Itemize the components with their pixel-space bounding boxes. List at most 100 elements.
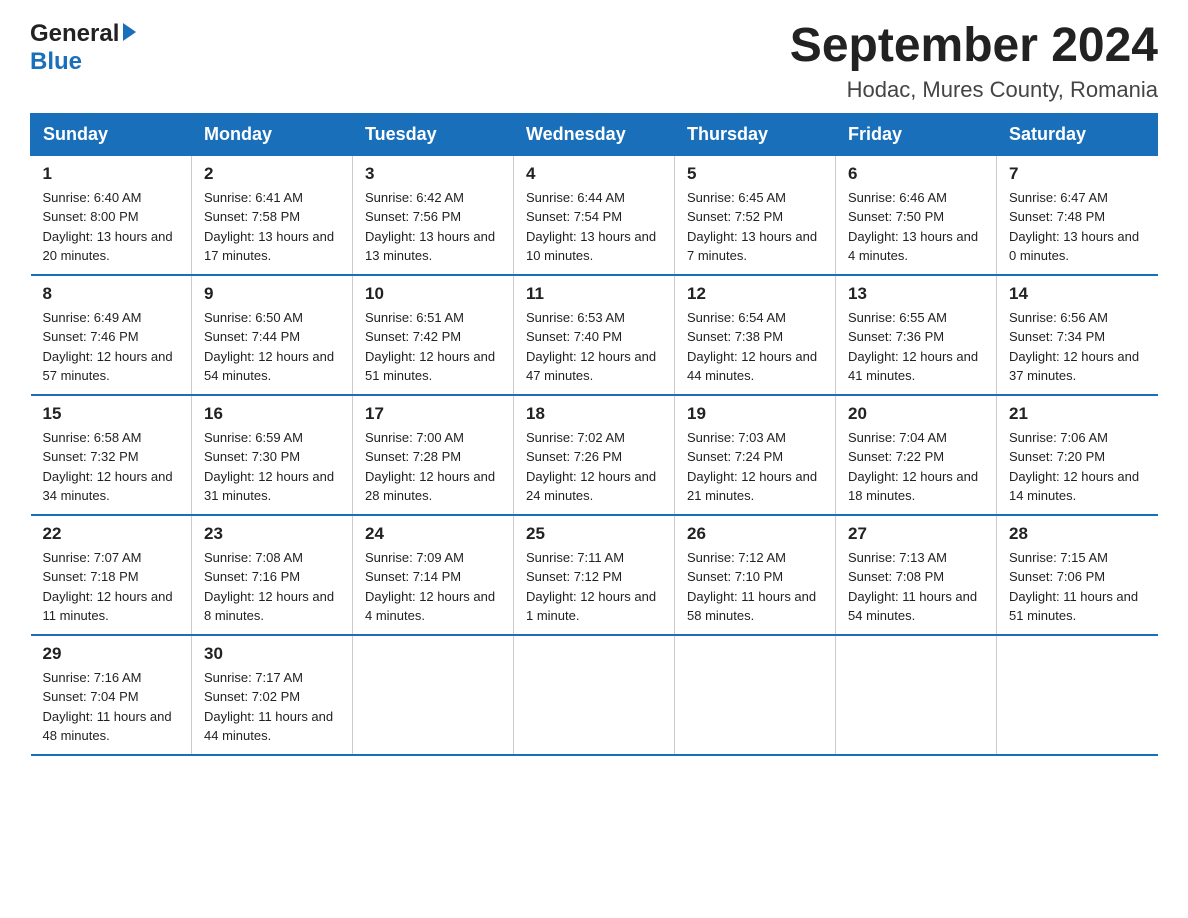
day-info: Sunrise: 7:08 AM Sunset: 7:16 PM Dayligh…: [204, 548, 340, 626]
day-info: Sunrise: 7:12 AM Sunset: 7:10 PM Dayligh…: [687, 548, 823, 626]
day-number: 13: [848, 284, 984, 304]
calendar-cell: 2 Sunrise: 6:41 AM Sunset: 7:58 PM Dayli…: [192, 155, 353, 275]
calendar-cell: 21 Sunrise: 7:06 AM Sunset: 7:20 PM Dayl…: [997, 395, 1158, 515]
calendar-cell: 5 Sunrise: 6:45 AM Sunset: 7:52 PM Dayli…: [675, 155, 836, 275]
calendar-cell: 6 Sunrise: 6:46 AM Sunset: 7:50 PM Dayli…: [836, 155, 997, 275]
logo-arrow-icon: [123, 23, 136, 41]
calendar-cell: 29 Sunrise: 7:16 AM Sunset: 7:04 PM Dayl…: [31, 635, 192, 755]
day-info: Sunrise: 6:47 AM Sunset: 7:48 PM Dayligh…: [1009, 188, 1146, 266]
day-info: Sunrise: 6:54 AM Sunset: 7:38 PM Dayligh…: [687, 308, 823, 386]
day-number: 18: [526, 404, 662, 424]
calendar-cell: 3 Sunrise: 6:42 AM Sunset: 7:56 PM Dayli…: [353, 155, 514, 275]
calendar-cell: 8 Sunrise: 6:49 AM Sunset: 7:46 PM Dayli…: [31, 275, 192, 395]
calendar-cell: 19 Sunrise: 7:03 AM Sunset: 7:24 PM Dayl…: [675, 395, 836, 515]
logo-blue-text: Blue: [30, 48, 82, 76]
day-number: 21: [1009, 404, 1146, 424]
calendar-cell: 7 Sunrise: 6:47 AM Sunset: 7:48 PM Dayli…: [997, 155, 1158, 275]
day-info: Sunrise: 6:56 AM Sunset: 7:34 PM Dayligh…: [1009, 308, 1146, 386]
calendar-cell: 30 Sunrise: 7:17 AM Sunset: 7:02 PM Dayl…: [192, 635, 353, 755]
day-info: Sunrise: 7:11 AM Sunset: 7:12 PM Dayligh…: [526, 548, 662, 626]
calendar-week-1: 1 Sunrise: 6:40 AM Sunset: 8:00 PM Dayli…: [31, 155, 1158, 275]
calendar-cell: 4 Sunrise: 6:44 AM Sunset: 7:54 PM Dayli…: [514, 155, 675, 275]
calendar-header: SundayMondayTuesdayWednesdayThursdayFrid…: [31, 113, 1158, 155]
calendar-table: SundayMondayTuesdayWednesdayThursdayFrid…: [30, 113, 1158, 756]
calendar-body: 1 Sunrise: 6:40 AM Sunset: 8:00 PM Dayli…: [31, 155, 1158, 755]
calendar-week-2: 8 Sunrise: 6:49 AM Sunset: 7:46 PM Dayli…: [31, 275, 1158, 395]
day-number: 29: [43, 644, 180, 664]
day-info: Sunrise: 7:16 AM Sunset: 7:04 PM Dayligh…: [43, 668, 180, 746]
calendar-cell: 26 Sunrise: 7:12 AM Sunset: 7:10 PM Dayl…: [675, 515, 836, 635]
day-info: Sunrise: 7:09 AM Sunset: 7:14 PM Dayligh…: [365, 548, 501, 626]
day-number: 27: [848, 524, 984, 544]
day-info: Sunrise: 6:50 AM Sunset: 7:44 PM Dayligh…: [204, 308, 340, 386]
day-info: Sunrise: 6:51 AM Sunset: 7:42 PM Dayligh…: [365, 308, 501, 386]
day-info: Sunrise: 7:07 AM Sunset: 7:18 PM Dayligh…: [43, 548, 180, 626]
calendar-cell: 16 Sunrise: 6:59 AM Sunset: 7:30 PM Dayl…: [192, 395, 353, 515]
day-info: Sunrise: 7:17 AM Sunset: 7:02 PM Dayligh…: [204, 668, 340, 746]
day-number: 24: [365, 524, 501, 544]
day-info: Sunrise: 6:55 AM Sunset: 7:36 PM Dayligh…: [848, 308, 984, 386]
day-number: 4: [526, 164, 662, 184]
location-subtitle: Hodac, Mures County, Romania: [790, 77, 1158, 103]
header-day-sunday: Sunday: [31, 113, 192, 155]
day-number: 22: [43, 524, 180, 544]
day-info: Sunrise: 6:41 AM Sunset: 7:58 PM Dayligh…: [204, 188, 340, 266]
day-number: 20: [848, 404, 984, 424]
logo-general-text: General: [30, 20, 119, 48]
page-header: General Blue September 2024 Hodac, Mures…: [30, 20, 1158, 103]
calendar-cell: 23 Sunrise: 7:08 AM Sunset: 7:16 PM Dayl…: [192, 515, 353, 635]
header-day-wednesday: Wednesday: [514, 113, 675, 155]
day-number: 9: [204, 284, 340, 304]
day-number: 23: [204, 524, 340, 544]
main-title: September 2024: [790, 20, 1158, 73]
day-number: 28: [1009, 524, 1146, 544]
calendar-week-3: 15 Sunrise: 6:58 AM Sunset: 7:32 PM Dayl…: [31, 395, 1158, 515]
calendar-week-5: 29 Sunrise: 7:16 AM Sunset: 7:04 PM Dayl…: [31, 635, 1158, 755]
header-day-monday: Monday: [192, 113, 353, 155]
calendar-cell: [836, 635, 997, 755]
day-info: Sunrise: 7:06 AM Sunset: 7:20 PM Dayligh…: [1009, 428, 1146, 506]
header-day-friday: Friday: [836, 113, 997, 155]
day-number: 19: [687, 404, 823, 424]
calendar-cell: [353, 635, 514, 755]
day-number: 16: [204, 404, 340, 424]
day-info: Sunrise: 7:13 AM Sunset: 7:08 PM Dayligh…: [848, 548, 984, 626]
day-number: 1: [43, 164, 180, 184]
title-block: September 2024 Hodac, Mures County, Roma…: [790, 20, 1158, 103]
day-number: 30: [204, 644, 340, 664]
calendar-cell: [514, 635, 675, 755]
header-row: SundayMondayTuesdayWednesdayThursdayFrid…: [31, 113, 1158, 155]
day-number: 2: [204, 164, 340, 184]
calendar-cell: 24 Sunrise: 7:09 AM Sunset: 7:14 PM Dayl…: [353, 515, 514, 635]
calendar-cell: 22 Sunrise: 7:07 AM Sunset: 7:18 PM Dayl…: [31, 515, 192, 635]
calendar-cell: 10 Sunrise: 6:51 AM Sunset: 7:42 PM Dayl…: [353, 275, 514, 395]
calendar-cell: 27 Sunrise: 7:13 AM Sunset: 7:08 PM Dayl…: [836, 515, 997, 635]
day-info: Sunrise: 7:03 AM Sunset: 7:24 PM Dayligh…: [687, 428, 823, 506]
logo: General Blue: [30, 20, 136, 76]
calendar-cell: 12 Sunrise: 6:54 AM Sunset: 7:38 PM Dayl…: [675, 275, 836, 395]
day-info: Sunrise: 6:46 AM Sunset: 7:50 PM Dayligh…: [848, 188, 984, 266]
calendar-cell: 18 Sunrise: 7:02 AM Sunset: 7:26 PM Dayl…: [514, 395, 675, 515]
calendar-cell: 15 Sunrise: 6:58 AM Sunset: 7:32 PM Dayl…: [31, 395, 192, 515]
day-info: Sunrise: 7:15 AM Sunset: 7:06 PM Dayligh…: [1009, 548, 1146, 626]
calendar-cell: 9 Sunrise: 6:50 AM Sunset: 7:44 PM Dayli…: [192, 275, 353, 395]
calendar-cell: [675, 635, 836, 755]
day-info: Sunrise: 6:42 AM Sunset: 7:56 PM Dayligh…: [365, 188, 501, 266]
day-info: Sunrise: 6:53 AM Sunset: 7:40 PM Dayligh…: [526, 308, 662, 386]
day-info: Sunrise: 6:49 AM Sunset: 7:46 PM Dayligh…: [43, 308, 180, 386]
day-info: Sunrise: 6:44 AM Sunset: 7:54 PM Dayligh…: [526, 188, 662, 266]
calendar-cell: 1 Sunrise: 6:40 AM Sunset: 8:00 PM Dayli…: [31, 155, 192, 275]
day-number: 15: [43, 404, 180, 424]
day-number: 11: [526, 284, 662, 304]
day-info: Sunrise: 6:40 AM Sunset: 8:00 PM Dayligh…: [43, 188, 180, 266]
calendar-cell: 20 Sunrise: 7:04 AM Sunset: 7:22 PM Dayl…: [836, 395, 997, 515]
day-number: 17: [365, 404, 501, 424]
day-number: 14: [1009, 284, 1146, 304]
day-info: Sunrise: 6:45 AM Sunset: 7:52 PM Dayligh…: [687, 188, 823, 266]
calendar-cell: [997, 635, 1158, 755]
calendar-cell: 17 Sunrise: 7:00 AM Sunset: 7:28 PM Dayl…: [353, 395, 514, 515]
calendar-cell: 14 Sunrise: 6:56 AM Sunset: 7:34 PM Dayl…: [997, 275, 1158, 395]
day-number: 3: [365, 164, 501, 184]
calendar-cell: 28 Sunrise: 7:15 AM Sunset: 7:06 PM Dayl…: [997, 515, 1158, 635]
day-number: 6: [848, 164, 984, 184]
